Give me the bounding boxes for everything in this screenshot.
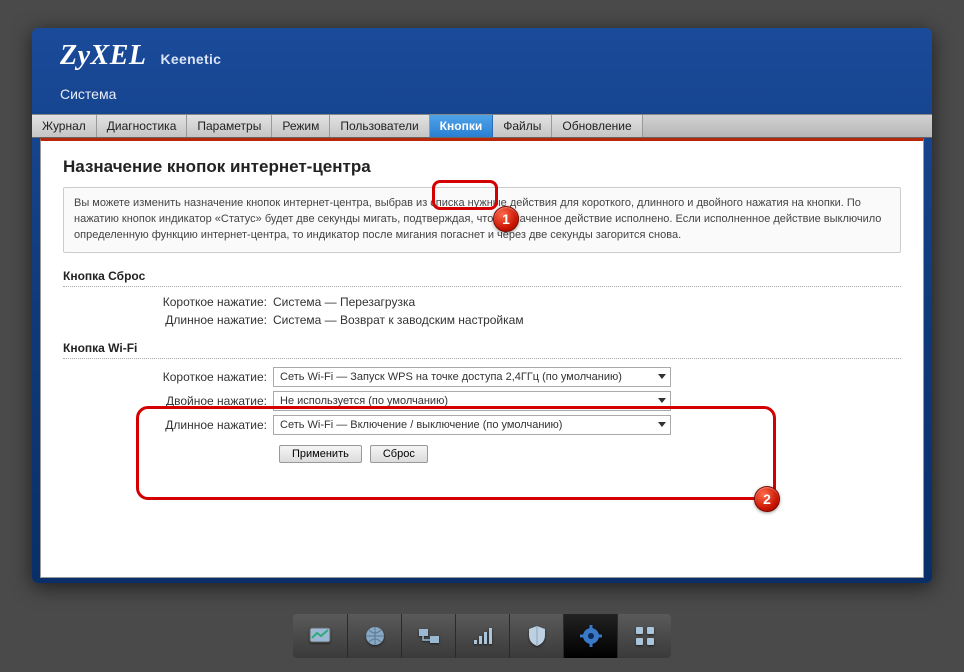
tab-files[interactable]: Файлы [493,115,552,137]
wifi-double-select-value: Не используется (по умолчанию) [280,395,448,407]
reset-long-label: Длинное нажатие: [63,313,273,327]
wifi-short-select-value: Сеть Wi-Fi — Запуск WPS на точке доступа… [280,371,622,383]
signal-icon [472,626,494,646]
wifi-double-label: Двойное нажатие: [63,394,273,408]
dock-network[interactable] [401,614,455,658]
wifi-long-label: Длинное нажатие: [63,418,273,432]
tab-update[interactable]: Обновление [552,115,642,137]
wifi-long-select[interactable]: Сеть Wi-Fi — Включение / выключение (по … [273,415,671,435]
tab-users[interactable]: Пользователи [330,115,429,137]
tab-mode[interactable]: Режим [272,115,330,137]
description-box: Вы можете изменить назначение кнопок инт… [63,187,901,253]
gear-icon [580,625,602,647]
wifi-short-label: Короткое нажатие: [63,370,273,384]
network-icon [417,626,441,646]
dock-bar [0,614,964,658]
dock-settings[interactable] [563,614,617,658]
wifi-long-select-value: Сеть Wi-Fi — Включение / выключение (по … [280,419,562,431]
apps-icon [635,626,655,646]
reset-short-row: Короткое нажатие: Система — Перезагрузка [63,295,901,309]
dock-signal[interactable] [455,614,509,658]
wifi-long-row: Длинное нажатие: Сеть Wi-Fi — Включение … [63,415,901,435]
reset-short-value: Система — Перезагрузка [273,295,415,309]
chevron-down-icon [658,422,666,427]
wifi-double-select[interactable]: Не используется (по умолчанию) [273,391,671,411]
product-name: Keenetic [161,51,222,67]
monitor-icon [309,627,331,645]
page-title: Назначение кнопок интернет-центра [63,157,901,177]
wifi-short-select[interactable]: Сеть Wi-Fi — Запуск WPS на точке доступа… [273,367,671,387]
tab-buttons[interactable]: Кнопки [430,115,494,137]
reset-short-label: Короткое нажатие: [63,295,273,309]
shield-icon [527,625,547,647]
group-title-reset: Кнопка Сброс [63,269,901,287]
chevron-down-icon [658,398,666,403]
dock-shield[interactable] [509,614,563,658]
reset-long-row: Длинное нажатие: Система — Возврат к зав… [63,313,901,327]
reset-long-value: Система — Возврат к заводским настройкам [273,313,524,327]
wifi-short-row: Короткое нажатие: Сеть Wi-Fi — Запуск WP… [63,367,901,387]
section-title: Система [60,86,904,102]
annotation-badge-1: 1 [493,206,519,232]
dock-globe[interactable] [347,614,401,658]
reset-button[interactable]: Сброс [370,445,428,463]
group-title-wifi: Кнопка Wi-Fi [63,341,901,359]
header: ZyXEL Keenetic Система [32,28,932,106]
tab-log[interactable]: Журнал [32,115,97,137]
dock-apps[interactable] [617,614,671,658]
apply-button[interactable]: Применить [279,445,362,463]
router-admin-window: ZyXEL Keenetic Система Журнал Диагностик… [32,28,932,583]
brand-logo: ZyXEL [60,40,147,72]
dock-monitor[interactable] [293,614,347,658]
tab-parameters[interactable]: Параметры [187,115,272,137]
tab-diagnostics[interactable]: Диагностика [97,115,188,137]
chevron-down-icon [658,374,666,379]
annotation-badge-2: 2 [754,486,780,512]
globe-icon [364,625,386,647]
wifi-double-row: Двойное нажатие: Не используется (по умо… [63,391,901,411]
tab-bar: Журнал Диагностика Параметры Режим Польз… [32,114,932,138]
content-panel: Назначение кнопок интернет-центра Вы мож… [40,138,924,578]
